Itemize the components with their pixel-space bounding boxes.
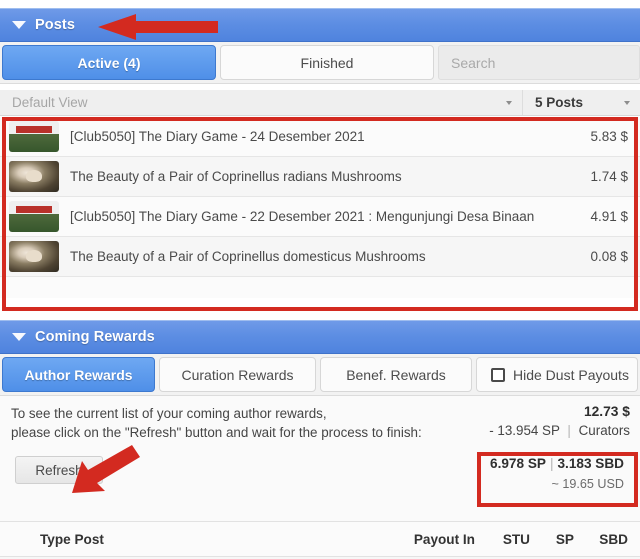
tab-finished-posts[interactable]: Finished	[220, 45, 434, 80]
search-placeholder: Search	[451, 54, 496, 71]
coming-rewards-panel-header[interactable]: Coming Rewards	[0, 320, 640, 354]
view-select-value: Default View	[12, 95, 88, 110]
column-header-stu[interactable]: STU	[503, 532, 530, 547]
column-header-sbd[interactable]: SBD	[599, 532, 628, 547]
tab-curation-rewards-label: Curation Rewards	[181, 366, 294, 383]
tab-author-rewards-label: Author Rewards	[24, 366, 133, 383]
hide-dust-payouts-label: Hide Dust Payouts	[513, 366, 629, 383]
chevron-down-icon	[12, 21, 26, 29]
post-title: The Beauty of a Pair of Coprinellus dome…	[70, 249, 426, 264]
post-thumbnail	[9, 241, 59, 272]
post-list: [Club5050] The Diary Game - 24 Desember …	[0, 117, 640, 298]
tab-finished-posts-label: Finished	[300, 54, 354, 71]
posts-panel-header[interactable]: Posts	[0, 8, 640, 42]
post-value: 5.83 $	[590, 129, 628, 144]
app-screenshot: Posts Active (4) Finished Search Default…	[0, 0, 640, 559]
posts-tab-row: Active (4) Finished Search	[0, 42, 640, 84]
search-input[interactable]: Search	[438, 45, 640, 80]
post-count-select[interactable]: 5 Posts	[523, 90, 640, 115]
rewards-summary-detail: - 13.954 SP | Curators	[489, 421, 630, 440]
post-value: 0.08 $	[590, 249, 628, 264]
chevron-down-icon	[12, 333, 26, 341]
tab-benef-rewards-label: Benef. Rewards	[346, 366, 446, 383]
rewards-totals: 6.978 SP | 3.183 SBD ~ 19.65 USD	[480, 450, 632, 498]
coming-rewards-panel-title: Coming Rewards	[35, 329, 155, 345]
tab-author-rewards[interactable]: Author Rewards	[2, 357, 155, 392]
table-row[interactable]: [Club5050] The Diary Game - 24 Desember …	[0, 117, 640, 157]
table-row[interactable]: The Beauty of a Pair of Coprinellus radi…	[0, 157, 640, 197]
tab-benef-rewards[interactable]: Benef. Rewards	[320, 357, 472, 392]
totals-sbd-value: 3.183 SBD	[557, 456, 625, 471]
totals-usd-value: ~ 19.65 USD	[551, 477, 624, 491]
tab-active-posts[interactable]: Active (4)	[2, 45, 216, 80]
post-value: 4.91 $	[590, 209, 628, 224]
rewards-action-row: Refresh 6.978 SP | 3.183 SBD ~ 19.65 USD	[0, 442, 640, 502]
column-header-sp[interactable]: SP	[556, 532, 574, 547]
rewards-summary: 12.73 $ - 13.954 SP | Curators	[489, 402, 630, 440]
column-header-payout-in[interactable]: Payout In	[414, 532, 475, 547]
post-list-filler	[0, 277, 640, 298]
top-white-strip	[0, 0, 640, 8]
table-row[interactable]: [Club5050] The Diary Game - 22 Desember …	[0, 197, 640, 237]
post-value: 1.74 $	[590, 169, 628, 184]
post-thumbnail	[9, 201, 59, 232]
post-title: [Club5050] The Diary Game - 22 Desember …	[70, 209, 535, 224]
rewards-summary-curators: Curators	[578, 423, 630, 438]
posts-panel-title: Posts	[35, 17, 75, 33]
rewards-summary-divider: |	[567, 423, 571, 438]
refresh-button[interactable]: Refresh	[15, 456, 103, 484]
totals-divider: |	[549, 456, 554, 471]
table-row[interactable]: The Beauty of a Pair of Coprinellus dome…	[0, 237, 640, 277]
tab-curation-rewards[interactable]: Curation Rewards	[159, 357, 316, 392]
posts-filter-row: Default View 5 Posts	[0, 90, 640, 116]
rewards-summary-amount: 12.73 $	[583, 404, 630, 419]
totals-sp-value: 6.978 SP	[490, 456, 546, 471]
post-thumbnail	[9, 161, 59, 192]
tab-active-posts-label: Active (4)	[77, 54, 141, 71]
column-header-type-post[interactable]: Type Post	[0, 532, 104, 547]
chevron-down-icon	[624, 100, 630, 105]
post-title: The Beauty of a Pair of Coprinellus radi…	[70, 169, 402, 184]
rewards-info-block: To see the current list of your coming a…	[0, 396, 640, 442]
rewards-table-header: Type Post Payout In STU SP SBD	[0, 521, 640, 557]
view-select[interactable]: Default View	[0, 90, 523, 115]
checkbox-icon[interactable]	[491, 367, 505, 382]
rewards-body: To see the current list of your coming a…	[0, 396, 640, 523]
hide-dust-payouts-checkbox[interactable]: Hide Dust Payouts	[476, 357, 638, 392]
post-thumbnail	[9, 121, 59, 152]
chevron-down-icon	[506, 100, 512, 105]
post-title: [Club5050] The Diary Game - 24 Desember …	[70, 129, 365, 144]
rewards-summary-sp: - 13.954 SP	[489, 423, 560, 438]
rewards-totals-line-1: 6.978 SP | 3.183 SBD	[490, 454, 624, 474]
rewards-tab-row: Author Rewards Curation Rewards Benef. R…	[0, 354, 640, 396]
post-count-select-value: 5 Posts	[535, 95, 584, 110]
